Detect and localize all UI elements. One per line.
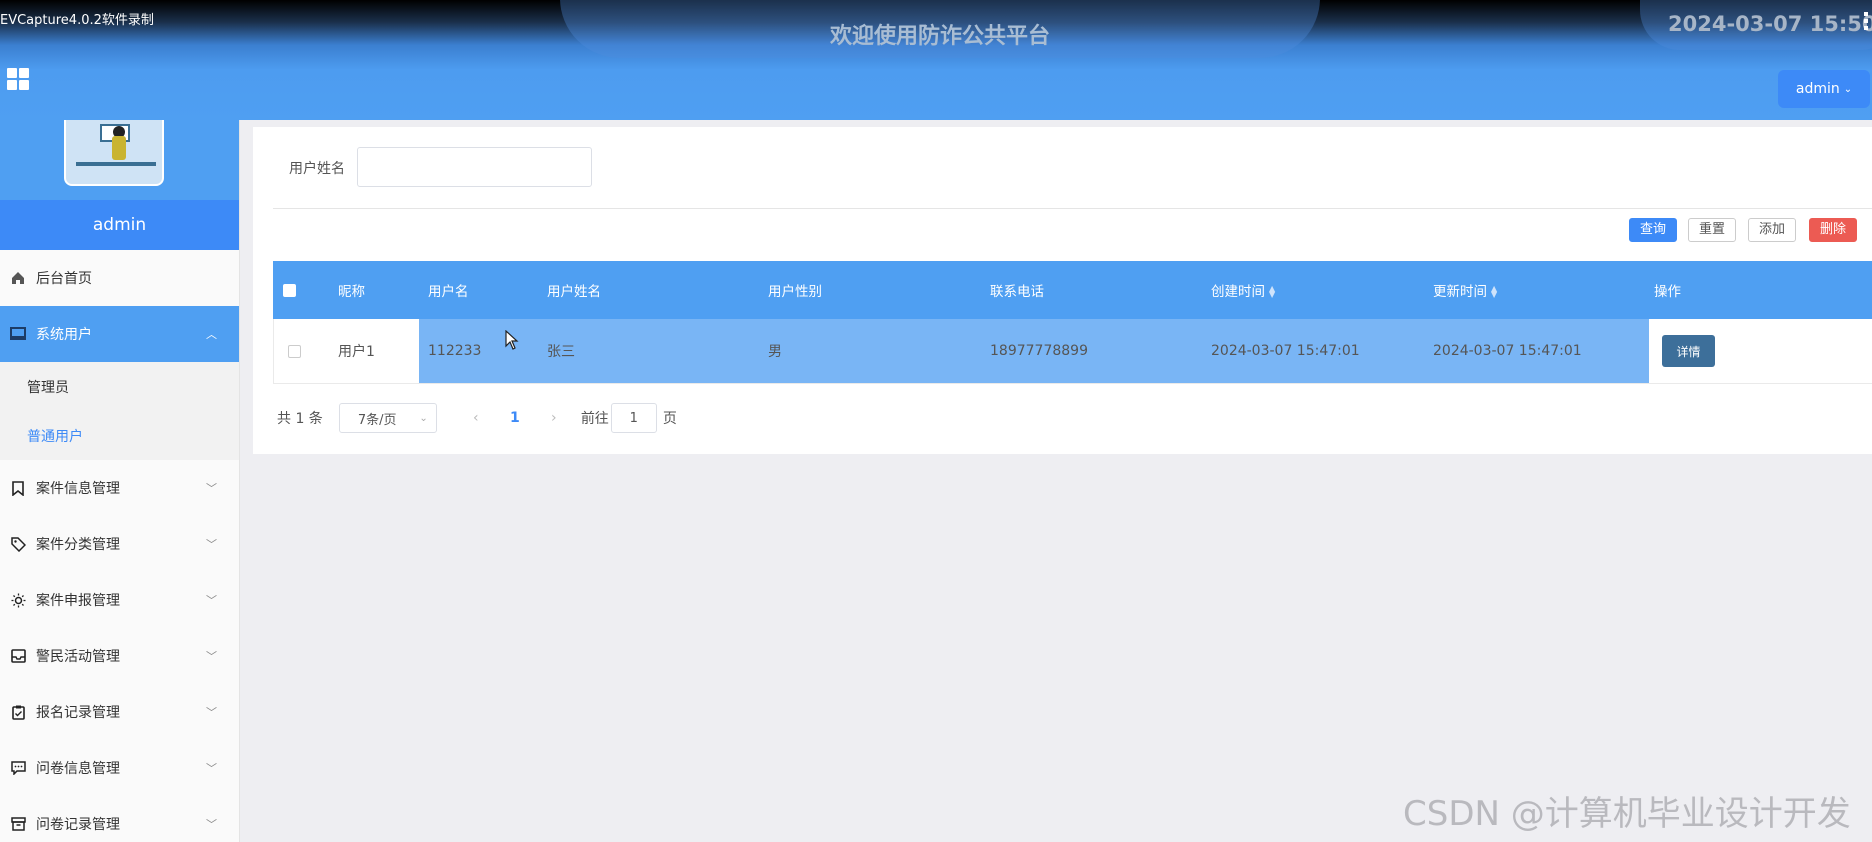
cell-name: 张三 (547, 344, 575, 360)
pagination-total: 共 1 条 (277, 411, 323, 427)
clipboard-icon (10, 704, 26, 720)
reset-button[interactable]: 重置 (1688, 218, 1737, 242)
cell-created: 2024-03-07 15:47:01 (1211, 343, 1360, 359)
sort-icon[interactable]: ▲ ▼ (1269, 285, 1275, 299)
delete-button[interactable]: 删除 (1809, 218, 1858, 242)
recorder-label: EVCapture4.0.2软件录制 (0, 13, 154, 28)
chevron-down-icon: ⌄ (1843, 83, 1853, 95)
sidebar-user-name: admin (0, 200, 239, 250)
sidebar-item-survey-info[interactable]: 问卷信息管理 ﹀ (0, 740, 239, 796)
cell-phone: 18977778899 (990, 343, 1088, 359)
column-header-updated[interactable]: 更新时间 ▲ ▼ (1433, 280, 1497, 300)
cell-gender: 男 (768, 344, 782, 360)
column-header-phone: 联系电话 (990, 284, 1044, 300)
watermark: CSDN @计算机毕业设计开发 (1403, 794, 1851, 834)
column-header-label: 更新时间 (1433, 284, 1487, 300)
sidebar-subitem-label: 普通用户 (27, 428, 83, 445)
prev-page-icon[interactable]: ‹ (457, 410, 495, 426)
monitor-icon (10, 326, 26, 342)
page-number[interactable]: 1 (495, 410, 535, 426)
chevron-up-icon: ︿ (206, 328, 217, 341)
sidebar-item-label: 后台首页 (36, 271, 92, 287)
more-icon[interactable] (1864, 12, 1868, 34)
row-checkbox[interactable] (288, 345, 301, 358)
tag-icon (10, 536, 26, 552)
user-menu-label: admin (1795, 81, 1840, 97)
column-header-label: 创建时间 (1211, 284, 1265, 300)
sidebar-item-signup-records[interactable]: 报名记录管理 ﹀ (0, 684, 239, 740)
sidebar-item-home[interactable]: 后台首页 (0, 250, 239, 306)
chevron-down-icon: ﹀ (206, 762, 217, 775)
pagination: 共 1 条 7条/页 ⌄ ‹ 1 › 前往 1 页 (277, 403, 677, 433)
menu-grid-icon[interactable] (7, 68, 29, 90)
cell-updated: 2024-03-07 15:47:01 (1433, 343, 1582, 359)
name-search-input[interactable] (357, 147, 592, 187)
sidebar-item-survey-records[interactable]: 问卷记录管理 ﹀ (0, 796, 239, 842)
column-header-name: 用户姓名 (547, 284, 601, 300)
sort-icon[interactable]: ▲ ▼ (1491, 285, 1497, 299)
column-header-username: 用户名 (428, 284, 469, 300)
column-header-gender: 用户性别 (768, 284, 822, 300)
page-size-select[interactable]: 7条/页 ⌄ (338, 403, 437, 433)
avatar (64, 120, 164, 186)
chevron-down-icon: ﹀ (206, 818, 217, 831)
column-header-created[interactable]: 创建时间 ▲ ▼ (1211, 280, 1275, 300)
chevron-down-icon: ﹀ (206, 650, 217, 663)
column-header-actions: 操作 (1654, 284, 1681, 300)
chevron-down-icon: ﹀ (206, 594, 217, 607)
sun-icon (10, 592, 26, 608)
sidebar-subitem-admins[interactable]: 管理员 (0, 362, 239, 411)
sidebar-item-label: 系统用户 (36, 327, 92, 343)
page-size-value: 7条/页 (357, 412, 397, 428)
search-label: 用户姓名 (289, 161, 345, 177)
sidebar-item-label: 警民活动管理 (36, 649, 120, 665)
goto-page-input[interactable]: 1 (610, 403, 657, 433)
select-all-checkbox[interactable] (283, 284, 296, 297)
sidebar-item-label: 问卷记录管理 (36, 817, 120, 833)
table-row[interactable]: 用户1 112233 张三 男 18977778899 2024-03-07 1… (273, 319, 1872, 384)
sidebar-item-label: 案件申报管理 (36, 593, 120, 609)
sidebar: admin 后台首页 系统用户 ︿ 管理员 普通用户 案件信息管理 ﹀ 案件分类… (0, 120, 240, 842)
goto-prefix: 前往 (580, 411, 609, 427)
sidebar-item-case-category[interactable]: 案件分类管理 ﹀ (0, 516, 239, 572)
add-button[interactable]: 添加 (1748, 218, 1797, 242)
detail-button[interactable]: 详情 (1662, 335, 1715, 367)
query-button[interactable]: 查询 (1629, 218, 1678, 242)
cell-username: 112233 (428, 343, 482, 359)
next-page-icon[interactable]: › (535, 410, 573, 426)
inbox-icon (10, 648, 26, 664)
cell-nickname: 用户1 (338, 344, 375, 360)
avatar-area (0, 120, 239, 200)
sidebar-item-system-users[interactable]: 系统用户 ︿ (0, 306, 239, 362)
chevron-down-icon: ﹀ (206, 538, 217, 551)
sidebar-item-police-activity[interactable]: 警民活动管理 ﹀ (0, 628, 239, 684)
sidebar-item-label: 报名记录管理 (36, 705, 120, 721)
users-table: 昵称 用户名 用户姓名 用户性别 联系电话 创建时间 ▲ ▼ 更新时间 ▲ ▼ 操作 用… (273, 261, 1872, 384)
sidebar-item-case-report[interactable]: 案件申报管理 ﹀ (0, 572, 239, 628)
goto-suffix: 页 (662, 411, 677, 427)
user-menu-button[interactable]: admin ⌄ (1778, 70, 1870, 108)
chevron-down-icon: ﹀ (206, 482, 217, 495)
top-header: EVCapture4.0.2软件录制 欢迎使用防诈公共平台 2024-03-07… (0, 0, 1872, 120)
archive-icon (10, 816, 26, 832)
sidebar-item-label: 问卷信息管理 (36, 761, 120, 777)
message-icon (10, 760, 26, 776)
main-panel: 用户姓名 查询 重置 添加 删除 昵称 用户名 用户姓名 用户性别 联系电话 创… (253, 127, 1872, 454)
bookmark-icon (10, 480, 26, 496)
table-header: 昵称 用户名 用户姓名 用户性别 联系电话 创建时间 ▲ ▼ 更新时间 ▲ ▼ 操作 (273, 261, 1872, 319)
column-header-nickname: 昵称 (338, 284, 365, 300)
home-icon (10, 270, 26, 286)
site-title: 欢迎使用防诈公共平台 (829, 24, 1050, 49)
sidebar-subitem-normal-users[interactable]: 普通用户 (0, 411, 239, 460)
chevron-down-icon: ﹀ (206, 706, 217, 719)
datetime-display: 2024-03-07 15:50:39 (1668, 12, 1872, 36)
sidebar-subitem-label: 管理员 (27, 379, 69, 396)
sidebar-item-label: 案件分类管理 (36, 537, 120, 553)
sidebar-item-label: 案件信息管理 (36, 481, 120, 497)
divider (273, 208, 1872, 209)
chevron-down-icon: ⌄ (419, 412, 428, 424)
sidebar-item-case-info[interactable]: 案件信息管理 ﹀ (0, 460, 239, 516)
